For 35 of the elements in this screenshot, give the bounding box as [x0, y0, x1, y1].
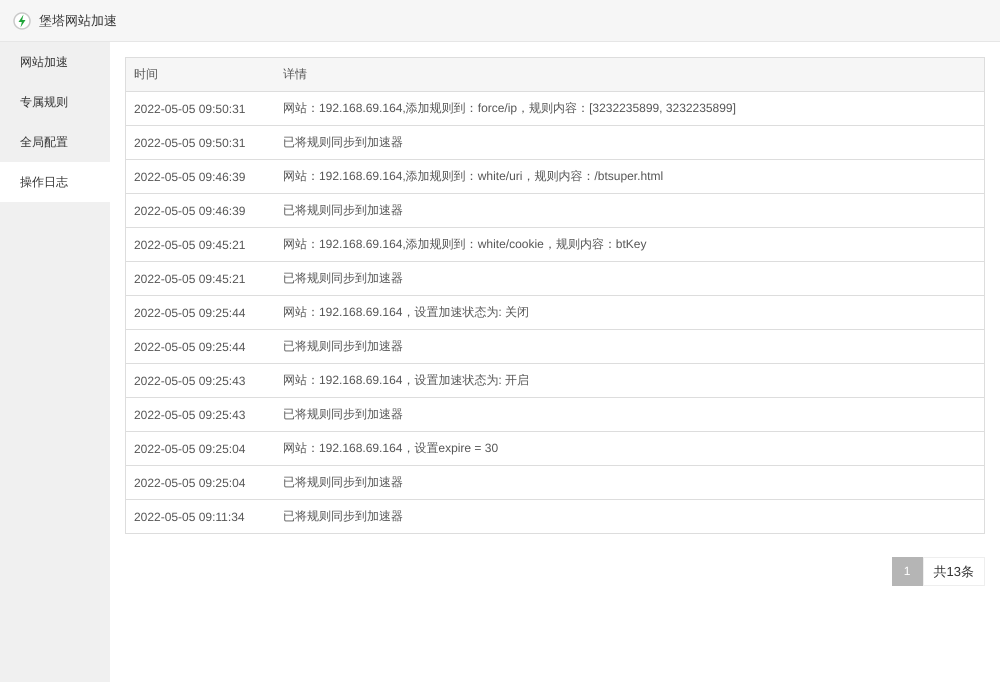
sidebar-item[interactable]: 网站加速 [0, 42, 110, 82]
table-cell-text: 已将规则同步到加速器 [282, 508, 404, 525]
table-cell-text: 2022-05-05 09:46:39 [133, 204, 246, 218]
table-cell-text: 网站：192.168.69.164,添加规则到：white/uri，规则内容：/btsuper.html [282, 168, 664, 185]
table-cell-text: 2022-05-05 09:50:31 [133, 136, 246, 150]
sidebar-item[interactable]: 专属规则 [0, 82, 110, 122]
table-cell-text: 2022-05-05 09:25:04 [133, 476, 246, 490]
column-header: 时间 [133, 66, 159, 83]
column-header: 详情 [282, 66, 308, 83]
table-cell-text: 2022-05-05 09:25:04 [133, 442, 246, 456]
table-cell-text: 已将规则同步到加速器 [282, 134, 404, 151]
table-cell-text: 2022-05-05 09:46:39 [133, 170, 246, 184]
sidebar-item[interactable]: 全局配置 [0, 122, 110, 162]
table-cell-text: 2022-05-05 09:25:43 [133, 408, 246, 422]
window-title: 堡塔网站加速 [39, 12, 117, 30]
table-cell-text: 已将规则同步到加速器 [282, 202, 404, 219]
table-cell-text: 2022-05-05 09:50:31 [133, 102, 246, 116]
table-cell-text: 2022-05-05 09:45:21 [133, 272, 246, 286]
table-cell-text: 网站：192.168.69.164，设置加速状态为: 关闭 [282, 304, 530, 321]
table-cell-text: 2022-05-05 09:45:21 [133, 238, 246, 252]
table-cell-text: 2022-05-05 09:11:34 [133, 510, 246, 524]
total-count: 共13条 [922, 557, 985, 586]
lightning-bolt-icon [13, 12, 31, 30]
table-cell-text: 已将规则同步到加速器 [282, 338, 404, 355]
table-cell-text: 已将规则同步到加速器 [282, 270, 404, 287]
table-cell-text: 网站：192.168.69.164,添加规则到：white/cookie，规则内容：btKey [282, 236, 648, 253]
table-cell-text: 已将规则同步到加速器 [282, 406, 404, 423]
table-cell-text: 网站：192.168.69.164，设置expire = 30 [282, 440, 500, 457]
table-cell-text: 网站：192.168.69.164，设置加速状态为: 开启 [282, 372, 530, 389]
table-cell-text: 网站：192.168.69.164,添加规则到：force/ip，规则内容：[3232235899, 3232235899] [282, 100, 737, 117]
table-cell-text: 2022-05-05 09:25:44 [133, 306, 246, 320]
sidebar-item[interactable]: 操作日志 [0, 162, 110, 202]
table-cell-text: 已将规则同步到加速器 [282, 474, 404, 491]
table-cell-text: 2022-05-05 09:25:43 [133, 374, 246, 388]
table-cell-text: 2022-05-05 09:25:44 [133, 340, 246, 354]
